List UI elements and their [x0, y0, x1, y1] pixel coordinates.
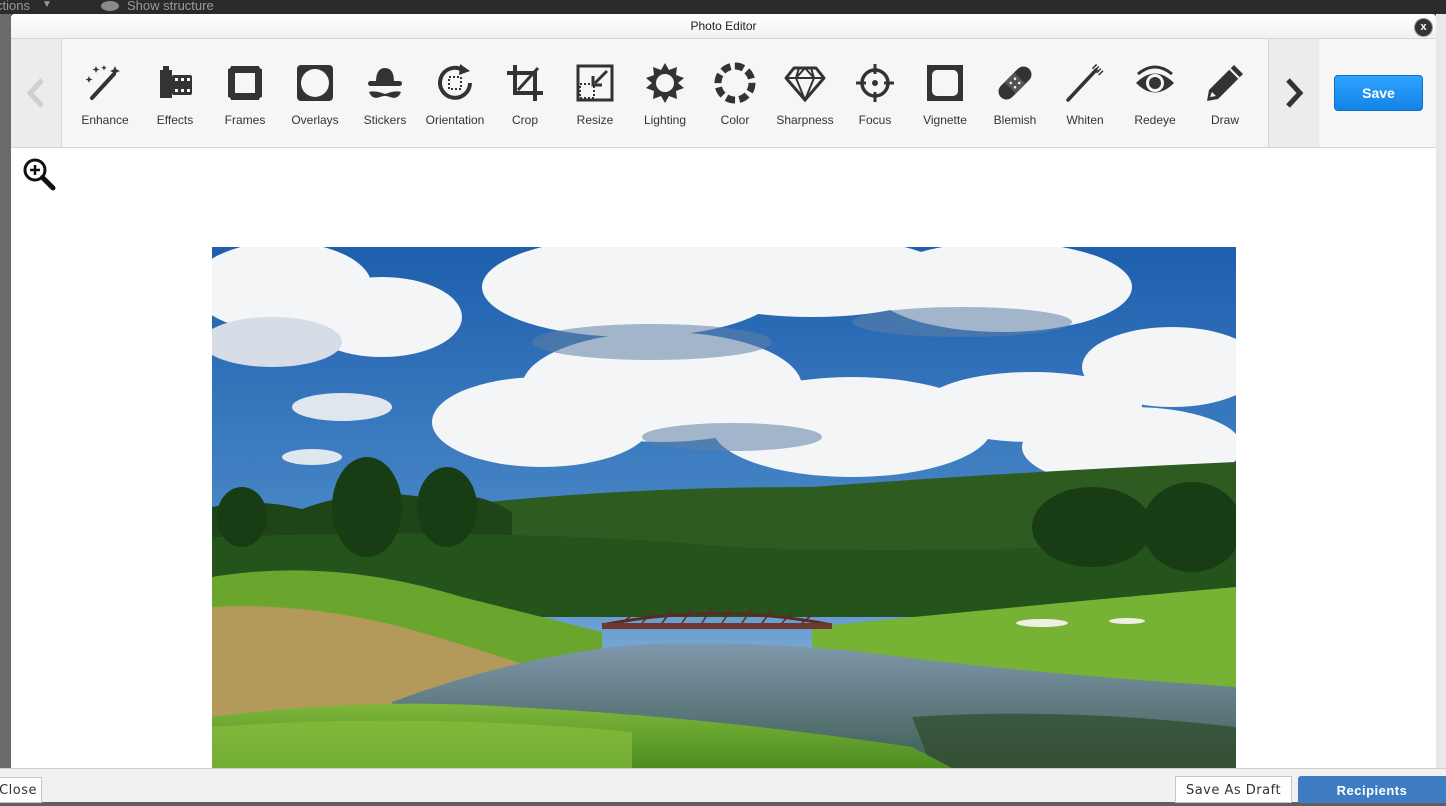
chevron-down-icon: ▼: [42, 0, 52, 10]
landscape-photo: [212, 247, 1236, 768]
save-button[interactable]: Save: [1334, 75, 1423, 111]
hat-mustache-icon: [368, 68, 402, 98]
recipients-button[interactable]: Recipients: [1298, 776, 1446, 803]
tool-label: Enhance: [81, 113, 129, 127]
bandage-icon: [998, 66, 1032, 100]
background-actions-label: ctions: [0, 0, 30, 13]
eye-icon: [101, 1, 119, 11]
tool-effects[interactable]: Effects: [140, 39, 210, 147]
tool-draw[interactable]: Draw: [1190, 39, 1260, 147]
tool-stickers[interactable]: Stickers: [350, 39, 420, 147]
tool-label: Blemish: [993, 113, 1037, 127]
sun-icon: [646, 63, 684, 103]
tool-label: Draw: [1210, 113, 1239, 127]
save-as-draft-button[interactable]: Save As Draft: [1175, 776, 1292, 803]
close-button[interactable]: Close: [0, 777, 42, 803]
close-icon[interactable]: x: [1415, 19, 1432, 36]
rotate-icon: [438, 64, 472, 100]
magic-wand-icon: [85, 65, 120, 100]
tool-label: Lighting: [643, 113, 687, 127]
tool-label: Effects: [156, 113, 194, 127]
vignette-icon: [927, 65, 963, 101]
modal-title: Photo Editor: [690, 19, 757, 33]
resize-icon: [576, 64, 614, 102]
next-tools-button[interactable]: [1268, 39, 1320, 147]
tool-overlays[interactable]: Overlays: [280, 39, 350, 147]
tool-resize[interactable]: Resize: [560, 39, 630, 147]
tool-label: Color: [720, 113, 750, 127]
tool-label: Redeye: [1134, 113, 1176, 127]
tool-label: Resize: [576, 113, 614, 127]
diamond-icon: [784, 66, 826, 103]
color-wheel-icon: [714, 62, 756, 104]
tool-label: Orientation: [425, 113, 485, 127]
background-topbar: ctions ▼ Show structure: [0, 0, 1446, 14]
zoom-in-icon[interactable]: [22, 157, 56, 191]
tool-lighting[interactable]: Lighting: [630, 39, 700, 147]
tool-sharpness[interactable]: Sharpness: [770, 39, 840, 147]
save-area: Save: [1319, 39, 1436, 147]
frame-icon: [225, 63, 265, 103]
tool-label: Sharpness: [776, 113, 834, 127]
chevron-left-icon: [26, 78, 44, 108]
overlay-icon: [297, 65, 333, 101]
film-icon: [160, 66, 192, 98]
tool-enhance[interactable]: Enhance: [70, 39, 140, 147]
tool-label: Overlays: [291, 113, 339, 127]
tool-frames[interactable]: Frames: [210, 39, 280, 147]
background-show-structure: Show structure: [127, 0, 214, 13]
crop-icon: [507, 65, 543, 101]
tool-label: Whiten: [1066, 113, 1104, 127]
tool-blemish[interactable]: Blemish: [980, 39, 1050, 147]
tool-orientation[interactable]: Orientation: [420, 39, 490, 147]
tool-label: Stickers: [363, 113, 407, 127]
tool-label: Focus: [858, 113, 892, 127]
background-right-panel: [1436, 14, 1446, 768]
tool-label: Crop: [511, 113, 538, 127]
tool-redeye[interactable]: Redeye: [1120, 39, 1190, 147]
tool-label: Vignette: [923, 113, 967, 127]
tool-whiten[interactable]: Whiten: [1050, 39, 1120, 147]
photo-editor-modal: Photo Editor x Enhance Effects Frames Ov…: [11, 14, 1436, 768]
photo-canvas[interactable]: [212, 247, 1236, 768]
tool-crop[interactable]: Crop: [490, 39, 560, 147]
background-left-panel: [0, 14, 11, 768]
eye-icon: [1136, 65, 1174, 93]
tool-focus[interactable]: Focus: [840, 39, 910, 147]
tool-color[interactable]: Color: [700, 39, 770, 147]
pencil-icon: [1207, 65, 1243, 101]
toothbrush-icon: [1066, 63, 1105, 102]
crosshair-icon: [856, 64, 894, 102]
tool-vignette[interactable]: Vignette: [910, 39, 980, 147]
prev-tools-button[interactable]: [11, 39, 62, 147]
tool-toolbar: Enhance Effects Frames Overlays Stickers…: [11, 39, 1436, 148]
modal-titlebar: Photo Editor: [11, 14, 1436, 39]
chevron-right-icon: [1286, 78, 1304, 108]
tool-label: Frames: [224, 113, 266, 127]
